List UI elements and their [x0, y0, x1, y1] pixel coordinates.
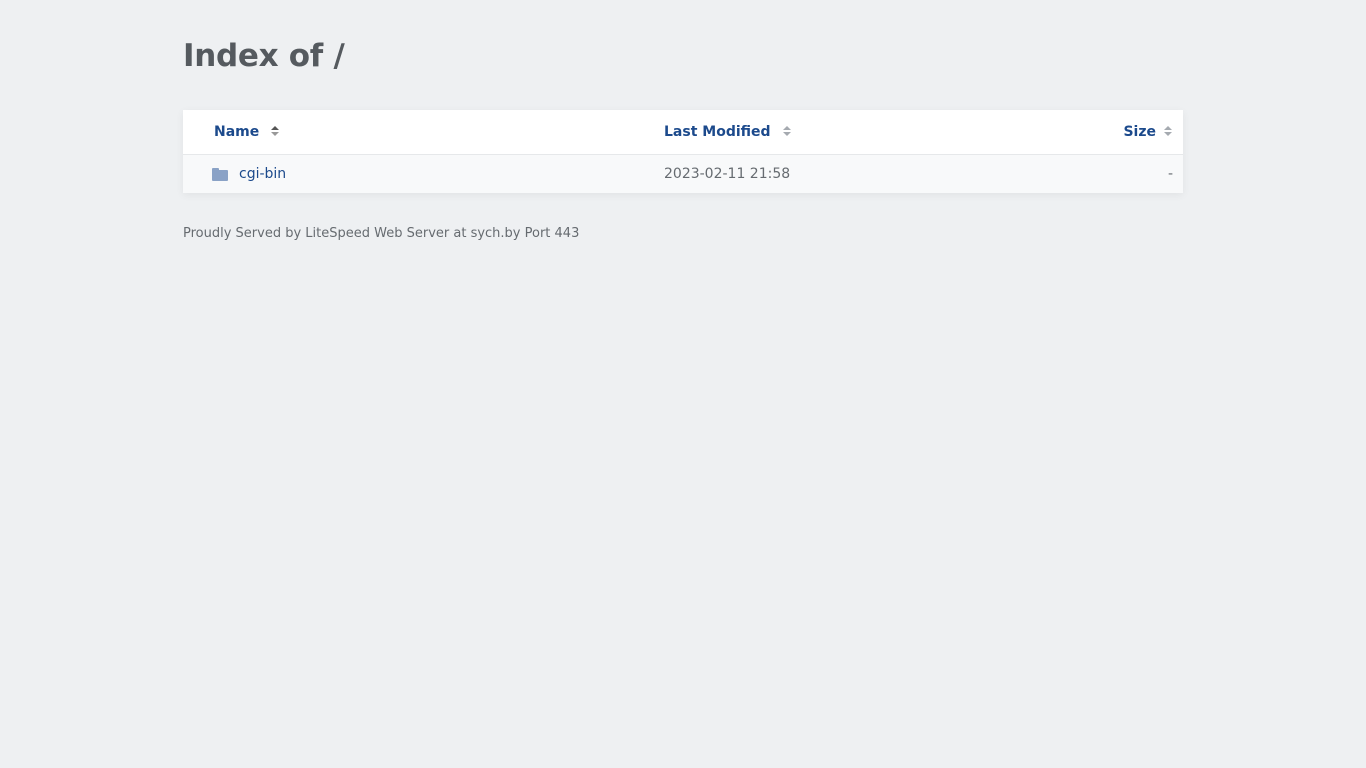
size-value: - — [1167, 166, 1173, 182]
sort-by-size-link[interactable]: Size — [1123, 124, 1156, 140]
last-modified-value: 2023-02-11 21:58 — [664, 166, 791, 182]
file-listing-table: Name Last Modified Size cgi-bin 2023-02-… — [183, 110, 1183, 193]
row-size-cell: - — [1168, 155, 1173, 193]
sort-by-modified-link[interactable]: Last Modified — [664, 124, 771, 140]
column-header-size: Size — [1123, 110, 1173, 154]
server-footer: Proudly Served by LiteSpeed Web Server a… — [183, 226, 580, 241]
sort-by-name-link[interactable]: Name — [214, 124, 259, 140]
page-title: Index of / — [183, 38, 345, 74]
column-header-last-modified: Last Modified — [664, 110, 792, 154]
table-header-row: Name Last Modified Size — [183, 110, 1183, 155]
folder-icon — [212, 167, 228, 181]
row-name-cell: cgi-bin — [212, 155, 286, 193]
table-row: cgi-bin 2023-02-11 21:58 - — [183, 155, 1183, 193]
row-modified-cell: 2023-02-11 21:58 — [664, 155, 790, 193]
column-header-name: Name — [214, 110, 280, 154]
sort-icon[interactable] — [271, 126, 280, 138]
sort-icon[interactable] — [1164, 126, 1173, 138]
sort-icon[interactable] — [782, 126, 792, 138]
entry-link-cgi-bin[interactable]: cgi-bin — [239, 166, 286, 182]
